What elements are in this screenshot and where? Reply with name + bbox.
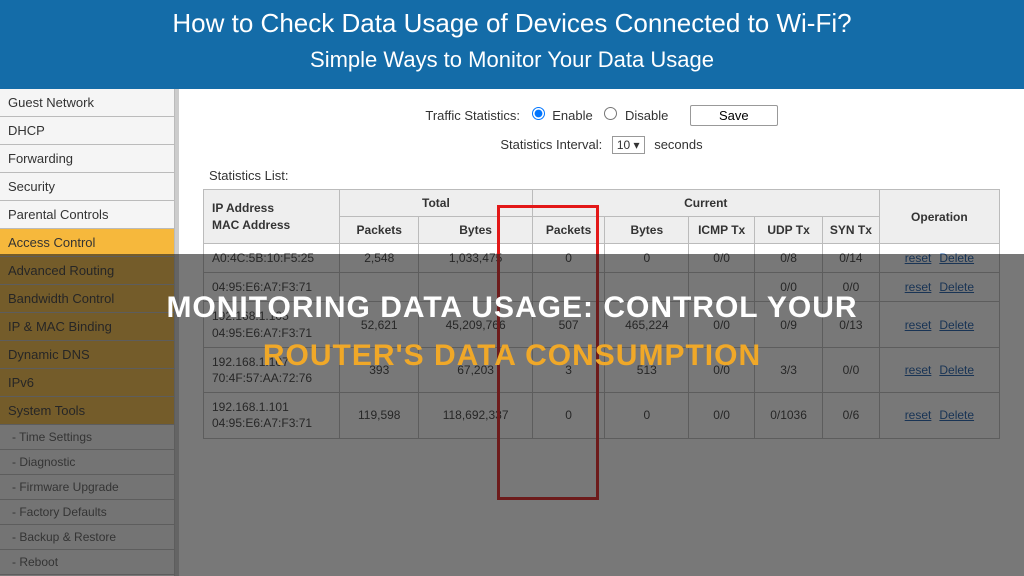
group-current: Current bbox=[532, 190, 879, 217]
traffic-stats-label: Traffic Statistics: bbox=[425, 108, 520, 123]
sidebar-item-forwarding[interactable]: Forwarding bbox=[0, 145, 174, 173]
col-udp: UDP Tx bbox=[755, 217, 823, 244]
col-icmp: ICMP Tx bbox=[689, 217, 755, 244]
list-label: Statistics List: bbox=[209, 168, 1000, 183]
disable-label: Disable bbox=[625, 108, 668, 123]
overlay-line2: Router's Data Consumption bbox=[263, 339, 761, 372]
banner-subtitle: Simple Ways to Monitor Your Data Usage bbox=[0, 47, 1024, 73]
page-banner: How to Check Data Usage of Devices Conne… bbox=[0, 0, 1024, 89]
col-syn: SYN Tx bbox=[823, 217, 880, 244]
col-packets-total: Packets bbox=[340, 217, 419, 244]
group-total: Total bbox=[340, 190, 533, 217]
enable-radio[interactable] bbox=[532, 107, 545, 120]
save-button[interactable]: Save bbox=[690, 105, 778, 126]
sidebar-item-guest-network[interactable]: Guest Network bbox=[0, 89, 174, 117]
overlay-line1: Monitoring Data Usage: Control Your bbox=[166, 291, 857, 324]
sidebar-item-security[interactable]: Security bbox=[0, 173, 174, 201]
interval-select[interactable]: 10 ▾ bbox=[612, 136, 645, 154]
traffic-controls: Traffic Statistics: Enable Disable Save … bbox=[203, 105, 1000, 154]
sidebar-item-dhcp[interactable]: DHCP bbox=[0, 117, 174, 145]
col-op: Operation bbox=[879, 190, 999, 244]
interval-unit: seconds bbox=[654, 137, 702, 152]
col-addr: IP Address MAC Address bbox=[204, 190, 340, 244]
sidebar-item-parental-controls[interactable]: Parental Controls bbox=[0, 201, 174, 229]
overlay: Monitoring Data Usage: Control Your Rout… bbox=[0, 254, 1024, 576]
col-bytes-cur: Bytes bbox=[605, 217, 689, 244]
enable-label: Enable bbox=[552, 108, 592, 123]
banner-title: How to Check Data Usage of Devices Conne… bbox=[0, 8, 1024, 39]
col-bytes-total: Bytes bbox=[419, 217, 532, 244]
interval-label: Statistics Interval: bbox=[500, 137, 602, 152]
col-packets-cur: Packets bbox=[532, 217, 605, 244]
disable-radio[interactable] bbox=[604, 107, 617, 120]
sidebar-item-access-control[interactable]: Access Control bbox=[0, 229, 174, 257]
